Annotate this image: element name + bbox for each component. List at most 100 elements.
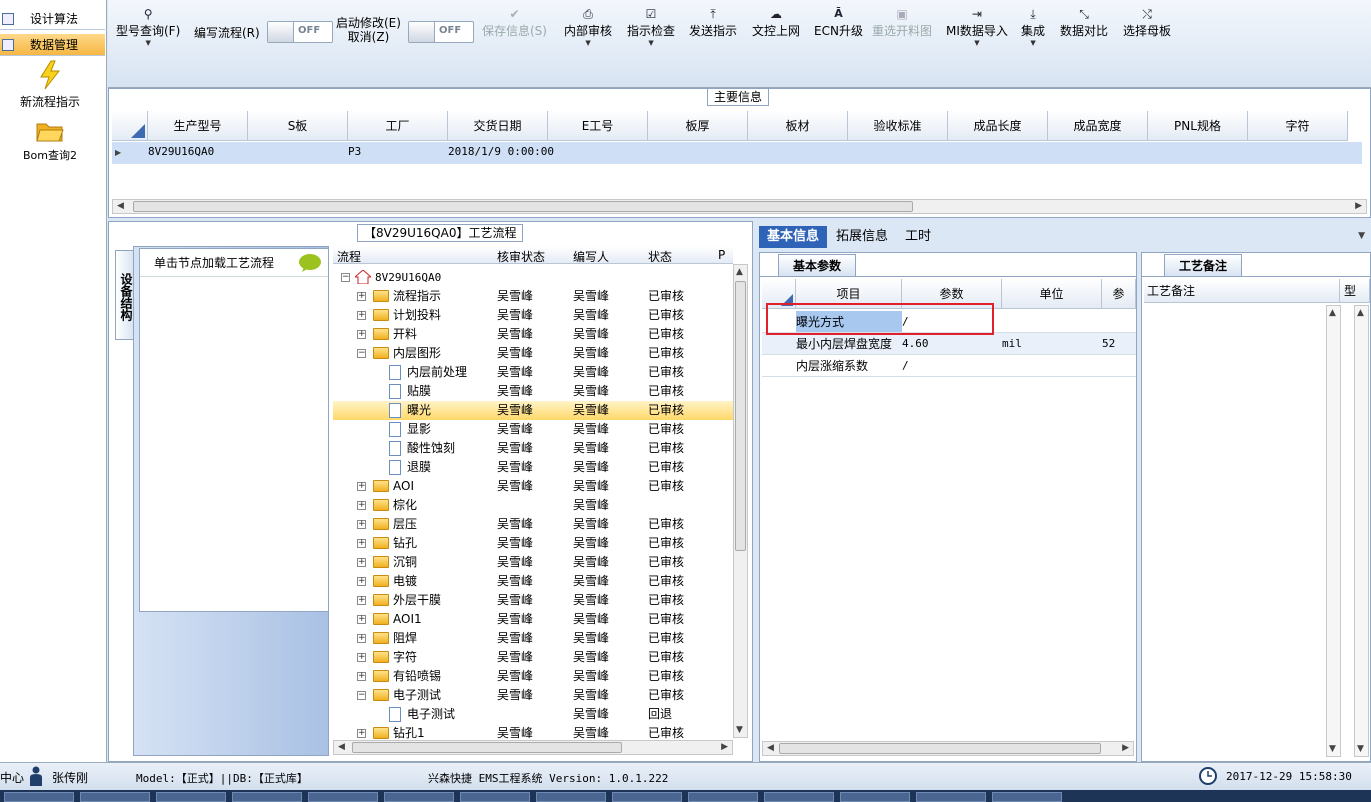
taskbar-app[interactable] <box>156 792 226 802</box>
tree-node[interactable]: + 字符 吴雪峰 吴雪峰 已审核 <box>333 648 733 667</box>
col-header[interactable]: 状态 <box>648 248 672 265</box>
col-header[interactable]: 型 <box>1340 279 1370 303</box>
nav-data-management[interactable]: 数据管理 <box>0 34 105 56</box>
col-header[interactable]: 生产型号 <box>148 111 248 141</box>
expand-icon[interactable]: + <box>357 539 366 548</box>
tree-node[interactable]: + 有铅喷锡 吴雪峰 吴雪峰 已审核 <box>333 667 733 686</box>
scroll-thumb[interactable] <box>735 281 746 551</box>
model-query-button[interactable]: ⚲ 型号查询(F) ▼ <box>116 6 180 47</box>
col-header[interactable]: 成品长度 <box>948 111 1048 141</box>
expand-icon[interactable]: + <box>357 672 366 681</box>
instruction-check-button[interactable]: ☑ 指示检查 ▼ <box>627 6 675 47</box>
tree-node[interactable]: + 计划投料 吴雪峰 吴雪峰 已审核 <box>333 306 733 325</box>
col-header[interactable]: 参 <box>1102 279 1136 309</box>
tree-node[interactable]: + 沉铜 吴雪峰 吴雪峰 已审核 <box>333 553 733 572</box>
col-header[interactable]: 核审状态 <box>497 248 545 265</box>
tree-node[interactable]: + 电镀 吴雪峰 吴雪峰 已审核 <box>333 572 733 591</box>
expand-icon[interactable]: + <box>357 311 366 320</box>
tabs-dropdown-icon[interactable]: ▼ <box>1358 231 1365 241</box>
equipment-structure-tab[interactable]: 设备结构 <box>115 250 135 340</box>
taskbar-app[interactable] <box>764 792 834 802</box>
col-header[interactable]: 成品宽度 <box>1048 111 1148 141</box>
taskbar-app[interactable] <box>916 792 986 802</box>
vertical-scrollbar[interactable]: ▲ ▼ <box>733 264 748 738</box>
tab-process-remark[interactable]: 工艺备注 <box>1164 254 1243 276</box>
internal-review-button[interactable]: ⎙ 内部审核 ▼ <box>564 6 612 47</box>
save-info-button[interactable]: ✔ 保存信息(S) <box>482 6 547 39</box>
collapse-icon[interactable]: − <box>357 691 366 700</box>
col-header[interactable]: 编写人 <box>573 248 609 265</box>
expand-icon[interactable]: + <box>357 653 366 662</box>
tree-node[interactable]: 酸性蚀刻 吴雪峰 吴雪峰 已审核 <box>333 439 733 458</box>
col-header[interactable]: 单位 <box>1002 279 1102 309</box>
tab-extended-info[interactable]: 拓展信息 <box>828 226 896 248</box>
expand-icon[interactable]: + <box>357 558 366 567</box>
tree-node[interactable]: + 开料 吴雪峰 吴雪峰 已审核 <box>333 325 733 344</box>
taskbar-app[interactable] <box>688 792 758 802</box>
scroll-thumb[interactable] <box>133 201 913 212</box>
col-header[interactable]: 板材 <box>748 111 848 141</box>
taskbar-app[interactable] <box>308 792 378 802</box>
tree-node[interactable]: 贴膜 吴雪峰 吴雪峰 已审核 <box>333 382 733 401</box>
expand-icon[interactable]: + <box>357 330 366 339</box>
tree-node[interactable]: − 内层图形 吴雪峰 吴雪峰 已审核 <box>333 344 733 363</box>
tree-node[interactable]: + 流程指示 吴雪峰 吴雪峰 已审核 <box>333 287 733 306</box>
tree-node[interactable]: − 电子测试 吴雪峰 吴雪峰 已审核 <box>333 686 733 705</box>
expand-icon[interactable]: + <box>357 520 366 529</box>
horizontal-scrollbar[interactable]: ◀ ▶ <box>762 741 1134 756</box>
expand-icon[interactable]: + <box>357 501 366 510</box>
horizontal-scrollbar[interactable]: ◀ ▶ <box>112 199 1367 214</box>
col-header[interactable]: 流程 <box>337 248 361 265</box>
col-header[interactable]: 板厚 <box>648 111 748 141</box>
nav-design-algorithm[interactable]: 设计算法 <box>0 8 105 30</box>
taskbar-app[interactable] <box>612 792 682 802</box>
expand-icon[interactable]: + <box>357 577 366 586</box>
col-header[interactable]: S板 <box>248 111 348 141</box>
expand-icon[interactable]: + <box>357 596 366 605</box>
taskbar-app[interactable] <box>4 792 74 802</box>
vertical-scrollbar[interactable]: ▲ ▼ <box>1354 305 1369 757</box>
col-header[interactable]: 工厂 <box>348 111 448 141</box>
col-header[interactable]: P <box>718 248 725 262</box>
col-header[interactable]: 验收标准 <box>848 111 948 141</box>
tab-basic-info[interactable]: 基本信息 <box>759 226 828 248</box>
tree-node[interactable]: 内层前处理 吴雪峰 吴雪峰 已审核 <box>333 363 733 382</box>
col-header[interactable]: 交货日期 <box>448 111 548 141</box>
reselect-cut-button[interactable]: ▣ 重选开料图 <box>872 6 932 39</box>
col-header[interactable]: 工艺备注 <box>1144 279 1340 303</box>
vertical-scrollbar[interactable]: ▲ ▼ <box>1326 305 1341 757</box>
param-row[interactable]: 最小内层焊盘宽度 4.60 mil 52 <box>762 333 1136 355</box>
tree-node[interactable]: + 层压 吴雪峰 吴雪峰 已审核 <box>333 515 733 534</box>
taskbar-app[interactable] <box>232 792 302 802</box>
taskbar-app[interactable] <box>80 792 150 802</box>
tree-node[interactable]: + 阻焊 吴雪峰 吴雪峰 已审核 <box>333 629 733 648</box>
col-header[interactable]: 字符 <box>1248 111 1348 141</box>
tree-node[interactable]: 电子测试 吴雪峰 回退 <box>333 705 733 724</box>
tree-node[interactable]: + 棕化 吴雪峰 <box>333 496 733 515</box>
start-modify-toggle[interactable]: OFF <box>408 21 474 43</box>
tree-node[interactable]: + 外层干膜 吴雪峰 吴雪峰 已审核 <box>333 591 733 610</box>
tab-basic-params[interactable]: 基本参数 <box>778 254 857 276</box>
nav-new-flow-instruction[interactable]: 新流程指示 <box>0 60 100 110</box>
param-value[interactable]: / <box>902 355 909 377</box>
integrate-button[interactable]: ⤓ 集成 ▼ <box>1021 6 1045 47</box>
send-instruction-button[interactable]: ⤒ 发送指示 <box>689 6 737 39</box>
mi-import-button[interactable]: ⇥ MI数据导入 ▼ <box>946 6 1008 47</box>
scroll-thumb[interactable] <box>779 743 1101 754</box>
tree-root[interactable]: − 8V29U16QA0 <box>333 268 733 287</box>
col-header[interactable]: PNL规格 <box>1148 111 1248 141</box>
tree-node[interactable]: + 钻孔 吴雪峰 吴雪峰 已审核 <box>333 534 733 553</box>
expand-icon[interactable]: + <box>357 634 366 643</box>
tree-node[interactable]: 退膜 吴雪峰 吴雪峰 已审核 <box>333 458 733 477</box>
tree-node[interactable]: + AOI1 吴雪峰 吴雪峰 已审核 <box>333 610 733 629</box>
taskbar-app[interactable] <box>384 792 454 802</box>
col-header[interactable]: E工号 <box>548 111 648 141</box>
taskbar-app[interactable] <box>460 792 530 802</box>
taskbar-app[interactable] <box>536 792 606 802</box>
nav-bom-query[interactable]: Bom查询2 <box>0 118 100 163</box>
taskbar-app[interactable] <box>992 792 1062 802</box>
scroll-thumb[interactable] <box>352 742 622 753</box>
param-value[interactable]: 4.60 <box>902 333 929 355</box>
horizontal-scrollbar[interactable]: ◀ ▶ <box>333 740 733 755</box>
upload-web-button[interactable]: ☁ 文控上网 <box>752 6 800 39</box>
